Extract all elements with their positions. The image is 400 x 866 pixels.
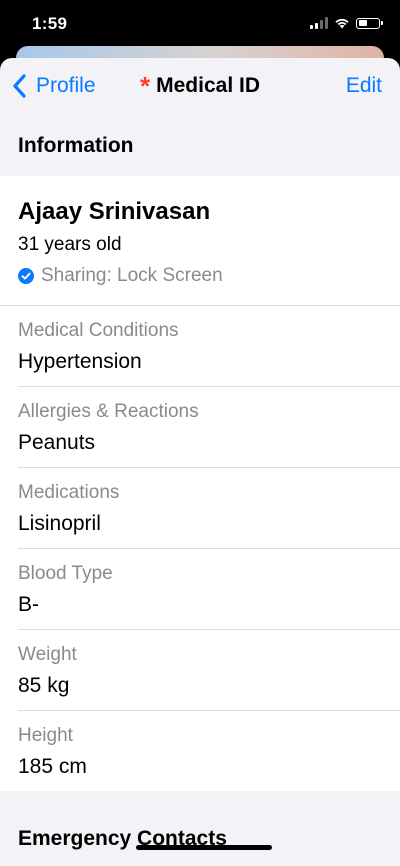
field-row-height: Height 185 cm	[18, 711, 400, 791]
field-row-blood-type: Blood Type B-	[18, 549, 400, 630]
sharing-status: Sharing: Lock Screen	[18, 265, 382, 287]
field-label: Blood Type	[18, 563, 113, 584]
field-row-allergies: Allergies & Reactions Peanuts	[18, 387, 400, 468]
field-label: Medical Conditions	[18, 320, 179, 341]
checkmark-circle-icon	[18, 268, 34, 284]
field-label: Medications	[18, 482, 120, 503]
page-title: * Medical ID	[0, 71, 400, 101]
field-value: Hypertension	[18, 350, 142, 373]
field-label: Height	[18, 725, 73, 746]
field-value: Peanuts	[18, 431, 96, 454]
field-label: Weight	[18, 644, 77, 665]
information-card: Ajaay Srinivasan 31 years old Sharing: L…	[0, 176, 400, 791]
status-icons	[310, 15, 383, 31]
profile-age: 31 years old	[18, 234, 122, 255]
status-bar: 1:59	[0, 0, 400, 46]
field-value: Lisinopril	[18, 512, 101, 535]
information-section-header: Information	[18, 134, 134, 157]
field-row-weight: Weight 85 kg	[18, 630, 400, 711]
field-value: B-	[18, 593, 39, 616]
battery-icon	[356, 17, 383, 29]
medical-id-sheet: Profile * Medical ID Edit Information Aj…	[0, 58, 400, 866]
navigation-bar: Profile * Medical ID Edit	[0, 58, 400, 116]
field-row-medical-conditions: Medical Conditions Hypertension	[18, 306, 400, 387]
status-time: 1:59	[32, 14, 68, 33]
field-label: Allergies & Reactions	[18, 401, 199, 422]
wifi-icon	[334, 17, 350, 29]
page-title-text: Medical ID	[156, 74, 260, 97]
field-value: 85 kg	[18, 674, 70, 697]
field-row-medications: Medications Lisinopril	[18, 468, 400, 549]
medical-star-icon: *	[140, 71, 151, 101]
field-value: 185 cm	[18, 755, 87, 778]
profile-name: Ajaay Srinivasan	[18, 198, 211, 225]
strikethrough-mark	[136, 845, 272, 850]
cellular-signal-icon	[310, 17, 328, 29]
emergency-contacts-section: Emergency Contacts	[0, 791, 400, 866]
edit-button[interactable]: Edit	[346, 74, 382, 98]
profile-summary: Ajaay Srinivasan 31 years old Sharing: L…	[0, 176, 400, 306]
sharing-status-text: Sharing: Lock Screen	[41, 265, 223, 286]
